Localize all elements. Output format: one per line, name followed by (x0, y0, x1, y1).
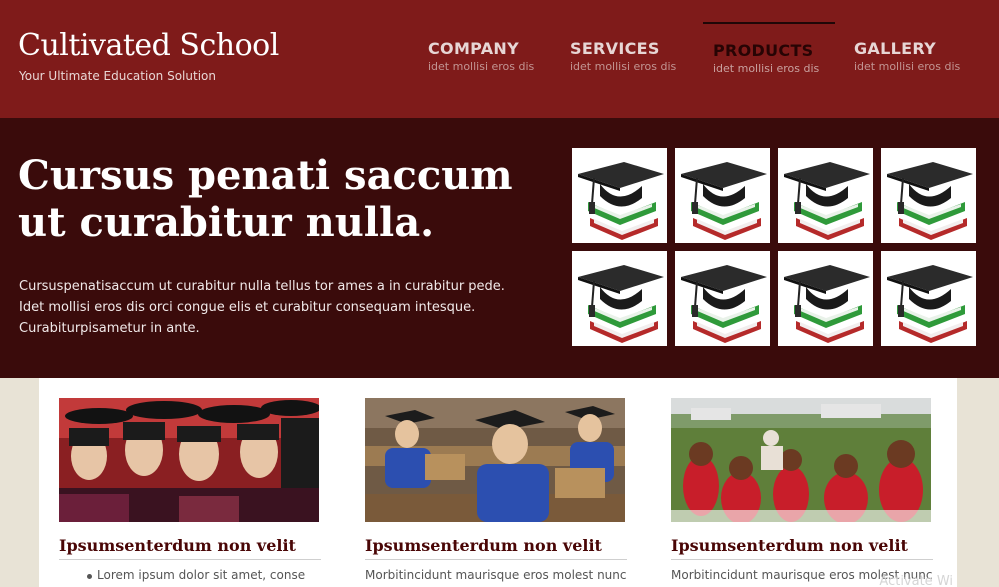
nav-item-services[interactable]: SERVICES idet mollisi eros dis (570, 22, 702, 82)
nav-item-label: PRODUCTS (713, 41, 814, 60)
nav-item-gallery[interactable]: GALLERY idet mollisi eros dis (854, 22, 986, 82)
graduation-cap-books-icon[interactable] (778, 251, 873, 346)
nav-item-label: SERVICES (570, 39, 660, 58)
nav-item-subtitle: idet mollisi eros dis (428, 60, 535, 73)
hero-title: Cursus penati saccum ut curabitur nulla. (18, 152, 513, 246)
graduation-cap-books-icon[interactable] (675, 148, 770, 243)
hero-section: Cursus penati saccum ut curabitur nulla.… (0, 118, 999, 378)
site-logo-title[interactable]: Cultivated School (18, 28, 279, 63)
card-title[interactable]: Ipsumsenterdum non velit (59, 536, 321, 560)
content-panel: Ipsumsenterdum non velit Lorem ipsum dol… (39, 378, 957, 587)
nav-item-subtitle: idet mollisi eros dis (570, 60, 677, 73)
students-in-classroom-photo[interactable] (365, 398, 625, 522)
site-header: Cultivated School Your Ultimate Educatio… (0, 0, 999, 118)
graduation-cap-books-icon[interactable] (881, 251, 976, 346)
site-tagline: Your Ultimate Education Solution (19, 69, 216, 83)
card-list: Lorem ipsum dolor sit amet, conse (59, 568, 321, 582)
activation-watermark: Activate Wi (879, 574, 953, 587)
graduation-cap-books-icon[interactable] (675, 251, 770, 346)
card-title[interactable]: Ipsumsenterdum non velit (671, 536, 933, 560)
feature-card: Ipsumsenterdum non velit Morbitincidunt … (671, 398, 933, 582)
feature-card: Ipsumsenterdum non velit Morbitincidunt … (365, 398, 627, 582)
nav-item-company[interactable]: COMPANY idet mollisi eros dis (428, 22, 560, 82)
graduation-cap-books-icon[interactable] (572, 148, 667, 243)
hero-text: Cursuspenatisaccum ut curabitur nulla te… (19, 279, 505, 336)
nav-item-products[interactable]: PRODUCTS idet mollisi eros dis (703, 22, 835, 82)
card-title[interactable]: Ipsumsenterdum non velit (365, 536, 627, 560)
list-item[interactable]: Lorem ipsum dolor sit amet, conse (59, 568, 321, 582)
graduation-cap-books-icon[interactable] (778, 148, 873, 243)
nav-item-label: GALLERY (854, 39, 936, 58)
children-celebrating-photo[interactable] (671, 398, 931, 522)
nav-item-subtitle: idet mollisi eros dis (854, 60, 961, 73)
card-text: Morbitincidunt maurisque eros molest nun… (365, 568, 627, 582)
nav-item-label: COMPANY (428, 39, 519, 58)
nav-item-subtitle: idet mollisi eros dis (713, 62, 820, 75)
graduation-cap-books-icon[interactable] (881, 148, 976, 243)
feature-card: Ipsumsenterdum non velit Lorem ipsum dol… (59, 398, 321, 582)
graduates-in-caps-photo[interactable] (59, 398, 319, 522)
graduation-cap-books-icon[interactable] (572, 251, 667, 346)
